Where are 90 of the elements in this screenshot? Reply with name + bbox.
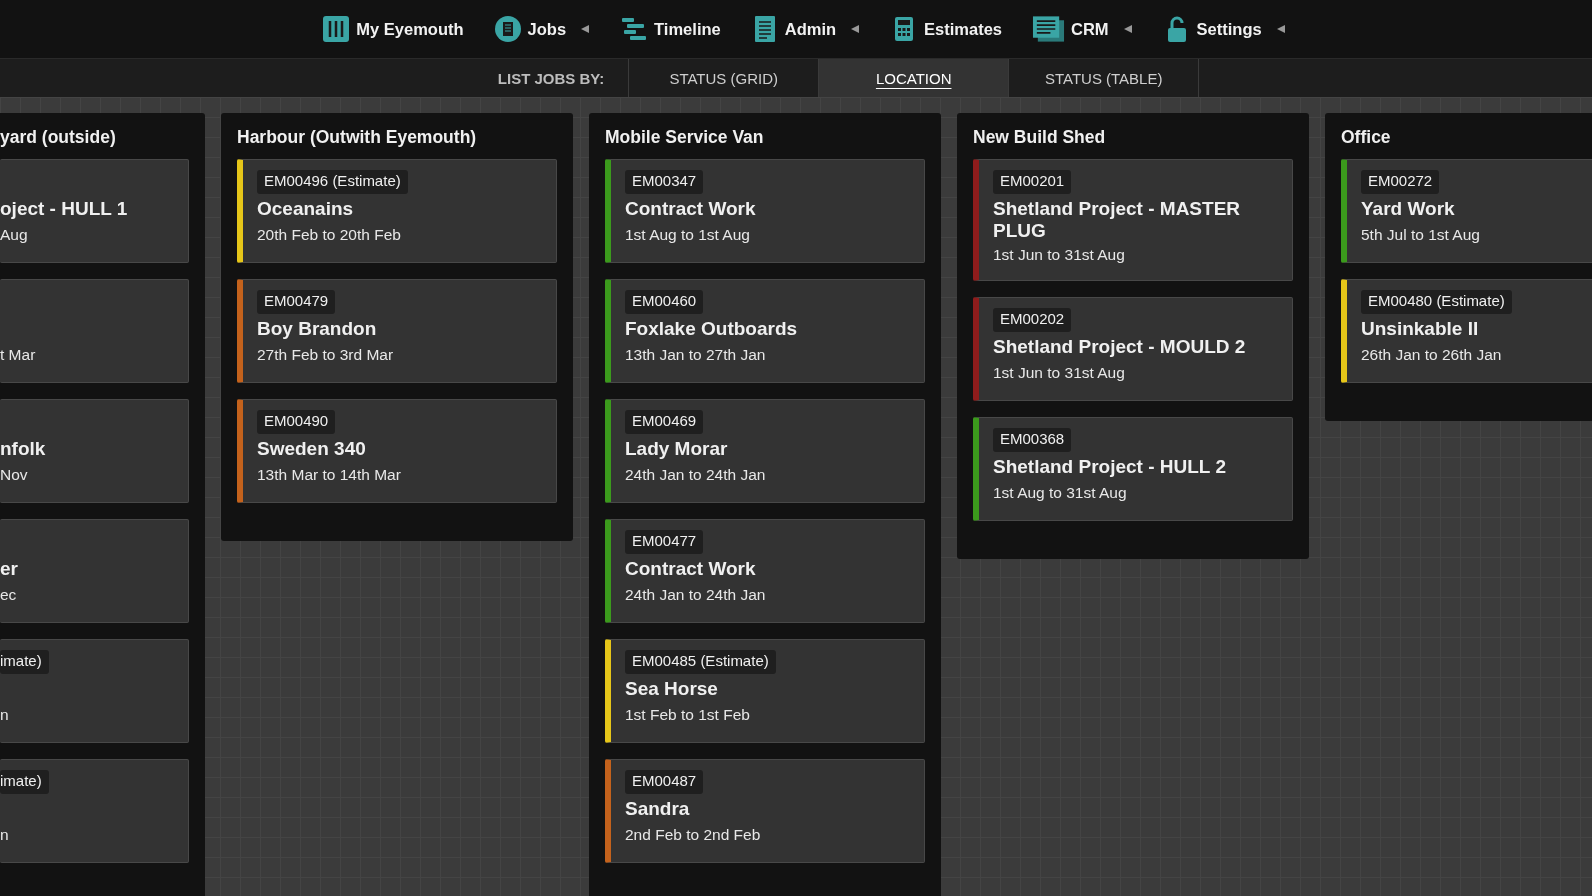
job-title: Shetland Project - MASTER PLUG <box>993 198 1242 242</box>
job-dates: 20th Feb to 20th Feb <box>257 226 402 244</box>
job-dates: 26th Jan to 26th Jan <box>1361 346 1503 364</box>
job-card[interactable]: er ec <box>0 519 189 623</box>
job-number: EM00201 <box>993 170 1072 194</box>
nav-link[interactable]: Jobs <box>493 15 591 43</box>
view-tab[interactable]: LOCATION <box>819 59 1010 97</box>
job-card[interactable]: EM00201 Shetland Project - MASTER PLUG 1st Jun to 31st Aug <box>973 159 1293 281</box>
job-number: EM00347 <box>625 170 704 194</box>
job-card[interactable]: imate) n <box>0 759 189 863</box>
columns-icon <box>322 15 351 43</box>
job-dates: 1st Feb to 1st Feb <box>625 706 751 724</box>
job-title: Foxlake Outboards <box>625 318 798 341</box>
job-number: EM00469 <box>625 410 704 434</box>
job-card[interactable]: EM00347 Contract Work 1st Aug to 1st Aug <box>605 159 925 263</box>
job-title: Sea Horse <box>625 678 718 701</box>
job-dates: t Mar <box>0 346 37 364</box>
job-title: Contract Work <box>625 198 756 221</box>
job-number: EM00202 <box>993 308 1072 332</box>
job-dates: 24th Jan to 24th Jan <box>625 466 767 484</box>
nav-link[interactable]: CRM <box>1032 15 1133 43</box>
job-card[interactable]: EM00460 Foxlake Outboards 13th Jan to 27th Jan <box>605 279 925 383</box>
job-title: Contract Work <box>625 558 756 581</box>
nav-link[interactable]: Estimates <box>890 15 1003 43</box>
job-card[interactable]: EM00480 (Estimate) Unsinkable II 26th Jan to 26th Jan <box>1341 279 1592 383</box>
job-dates: 5th Jul to 1st Aug <box>1361 226 1481 244</box>
job-dates: 2nd Feb to 2nd Feb <box>625 826 762 844</box>
job-dates: 1st Aug to 1st Aug <box>625 226 751 244</box>
job-title: Oceanains <box>257 198 354 221</box>
job-number: EM00480 (Estimate) <box>1361 290 1512 314</box>
job-number: EM00272 <box>1361 170 1440 194</box>
documents-icon <box>1032 15 1066 43</box>
job-card[interactable]: EM00479 Boy Brandon 27th Feb to 3rd Mar <box>237 279 557 383</box>
list-icon <box>493 15 522 43</box>
job-card[interactable]: imate) n <box>0 639 189 743</box>
job-title: er <box>0 558 18 581</box>
job-number: EM00485 (Estimate) <box>625 650 776 674</box>
job-card[interactable]: EM00368 Shetland Project - HULL 2 1st Aug to 31st Aug <box>973 417 1293 521</box>
job-number: EM00368 <box>993 428 1072 452</box>
job-title: Yard Work <box>1361 198 1455 221</box>
job-title: Lady Morar <box>625 438 728 461</box>
job-dates: 1st Jun to 31st Aug <box>993 246 1126 264</box>
job-card[interactable]: oject - HULL 1 Aug <box>0 159 189 263</box>
job-card[interactable]: EM00272 Yard Work 5th Jul to 1st Aug <box>1341 159 1592 263</box>
job-card[interactable]: EM00487 Sandra 2nd Feb to 2nd Feb <box>605 759 925 863</box>
column-title: New Build Shed <box>973 126 1107 147</box>
job-title: Sandra <box>625 798 690 821</box>
column-title: Harbour (Outwith Eyemouth) <box>237 126 478 147</box>
job-number: EM00477 <box>625 530 704 554</box>
job-card[interactable]: EM00490 Sweden 340 13th Mar to 14th Mar <box>237 399 557 503</box>
column-title: Office <box>1341 126 1392 147</box>
job-number: imate) <box>0 650 49 674</box>
job-number: EM00460 <box>625 290 704 314</box>
job-dates: n <box>0 826 10 844</box>
job-dates: 1st Jun to 31st Aug <box>993 364 1126 382</box>
job-dates: 13th Jan to 27th Jan <box>625 346 767 364</box>
job-dates: 1st Aug to 31st Aug <box>993 484 1128 502</box>
job-card[interactable]: EM00469 Lady Morar 24th Jan to 24th Jan <box>605 399 925 503</box>
nav-link[interactable]: Settings <box>1162 15 1286 43</box>
nav-link[interactable]: Admin <box>750 15 861 43</box>
job-dates: ec <box>0 586 18 604</box>
job-number: EM00487 <box>625 770 704 794</box>
job-title: Sweden 340 <box>257 438 366 461</box>
job-card[interactable]: EM00485 (Estimate) Sea Horse 1st Feb to 1st Feb <box>605 639 925 743</box>
job-card[interactable]: EM00477 Contract Work 24th Jan to 24th Jan <box>605 519 925 623</box>
job-number: EM00490 <box>257 410 336 434</box>
job-card[interactable]: EM00202 Shetland Project - MOULD 2 1st Jun to 31st Aug <box>973 297 1293 401</box>
job-dates: 13th Mar to 14th Mar <box>257 466 402 484</box>
job-number: EM00496 (Estimate) <box>257 170 408 194</box>
job-dates: Aug <box>0 226 29 244</box>
job-card[interactable]: EM00496 (Estimate) Oceanains 20th Feb to 20th Feb <box>237 159 557 263</box>
job-dates: n <box>0 706 10 724</box>
job-title: Shetland Project - HULL 2 <box>993 456 1226 479</box>
nav-link[interactable]: My Eyemouth <box>322 15 464 43</box>
column-title: yard (outside) <box>0 126 117 147</box>
job-dates: 24th Jan to 24th Jan <box>625 586 767 604</box>
job-title: Shetland Project - MOULD 2 <box>993 336 1246 359</box>
job-card[interactable]: t Mar <box>0 279 189 383</box>
job-number: imate) <box>0 770 49 794</box>
job-dates: 27th Feb to 3rd Mar <box>257 346 395 364</box>
timeline-icon <box>620 15 649 43</box>
job-card[interactable]: nfolk Nov <box>0 399 189 503</box>
job-title: Unsinkable II <box>1361 318 1479 341</box>
job-number: EM00479 <box>257 290 336 314</box>
column-title: Mobile Service Van <box>605 126 765 147</box>
job-title: nfolk <box>0 438 46 461</box>
job-dates: Nov <box>0 466 29 484</box>
job-title: Boy Brandon <box>257 318 377 341</box>
job-title: oject - HULL 1 <box>0 198 128 221</box>
nav-link[interactable]: Timeline <box>620 15 721 43</box>
